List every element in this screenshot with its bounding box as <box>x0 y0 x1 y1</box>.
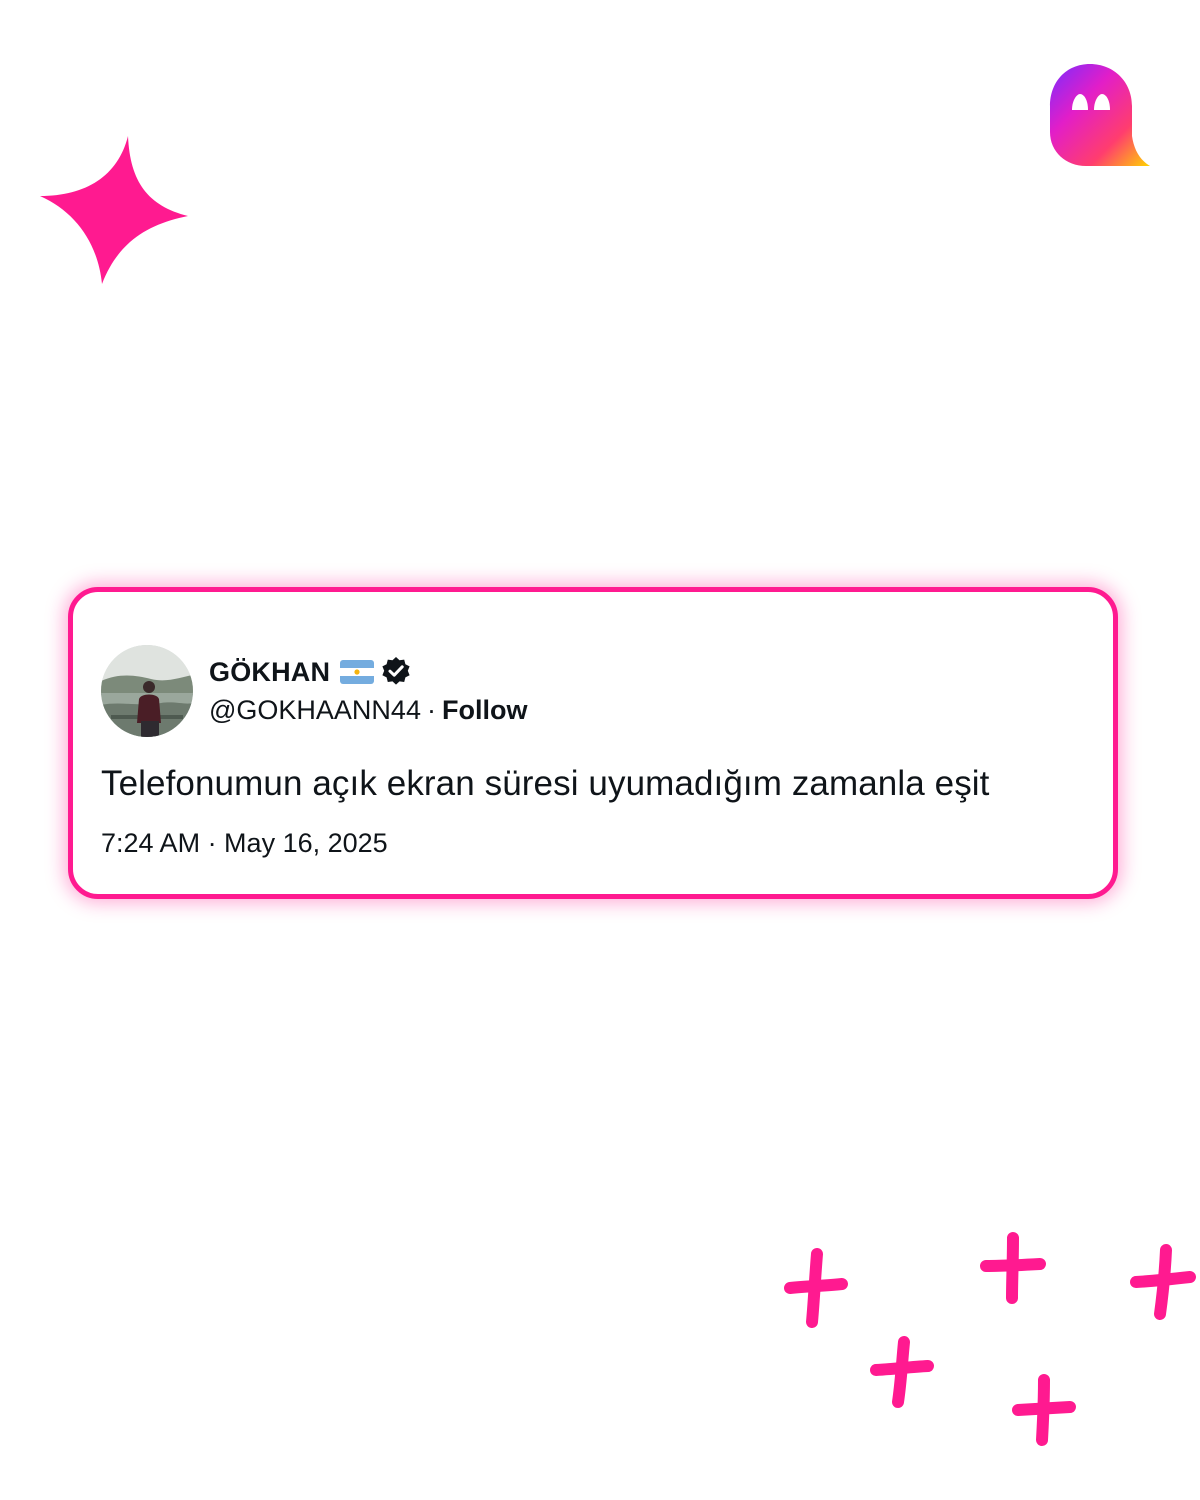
tweet-text: Telefonumun açık ekran süresi uyumadığım… <box>101 764 990 803</box>
tweet-timestamp[interactable]: 7:24 AM · May 16, 2025 <box>101 828 388 859</box>
display-name[interactable]: GÖKHAN <box>209 657 330 688</box>
handle-row: @GOKHAANN44 · Follow <box>209 695 527 726</box>
plus-icon <box>1130 1244 1196 1320</box>
plus-icon <box>980 1232 1046 1304</box>
verified-badge-icon <box>382 657 410 685</box>
argentina-flag-icon <box>340 660 375 684</box>
ghost-logo-icon <box>1050 64 1150 166</box>
sparkle-icon <box>40 136 188 284</box>
plus-icon <box>870 1336 934 1408</box>
name-row: GÖKHAN <box>209 654 412 690</box>
separator-dot: · <box>426 695 436 725</box>
user-handle[interactable]: @GOKHAANN44 <box>209 695 421 725</box>
plus-icon <box>1012 1374 1076 1446</box>
tweet-card[interactable]: GÖKHAN @GOKHAANN44 · Follow Telefonumun aç… <box>68 587 1118 899</box>
plus-icon <box>784 1248 848 1328</box>
avatar[interactable] <box>101 645 193 737</box>
follow-button[interactable]: Follow <box>442 695 527 725</box>
